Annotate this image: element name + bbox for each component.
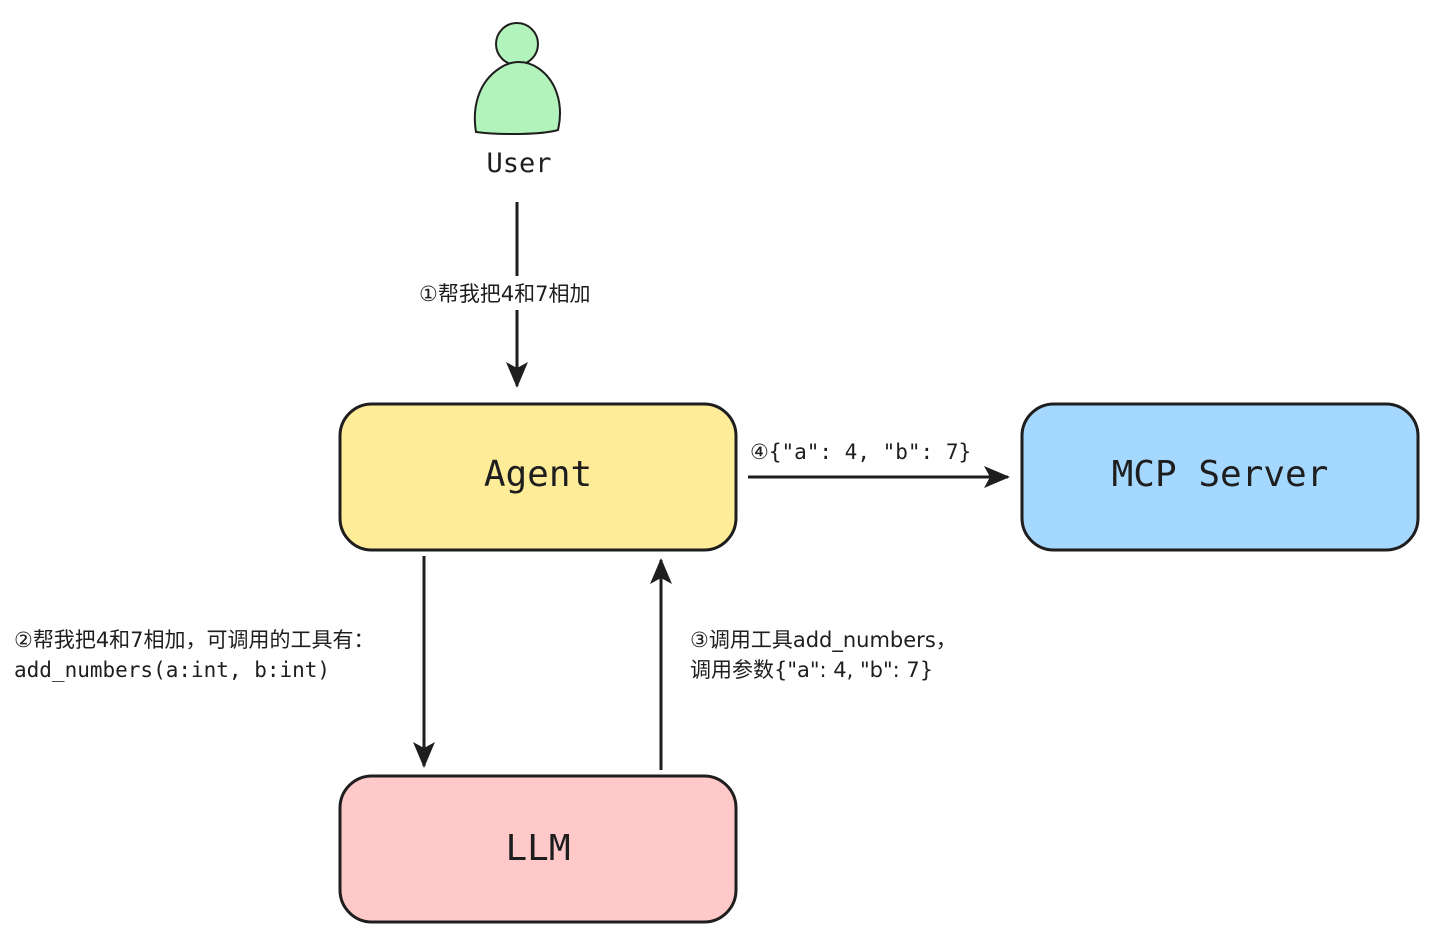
agent-label: Agent: [484, 454, 592, 495]
edge-label-step2-line2: add_numbers(a:int, b:int): [14, 658, 330, 682]
architecture-diagram: User ①帮我把4和7相加 Agent MCP Server ④{"a": 4…: [14, 22, 1420, 924]
llm-box[interactable]: LLM: [338, 774, 738, 924]
llm-label: LLM: [505, 828, 570, 869]
mcp-server-label: MCP Server: [1112, 454, 1329, 495]
edge-label-step4: ④{"a": 4, "b": 7}: [750, 440, 971, 464]
edge-label-step3-line1: ③调用工具add_numbers，: [690, 628, 957, 653]
edge-label-step2-line1: ②帮我把4和7相加，可调用的工具有：: [14, 628, 375, 652]
mcp-server-box[interactable]: MCP Server: [1020, 402, 1420, 552]
edge-label-step3-line2: 调用参数{"a": 4, "b": 7}: [690, 658, 933, 682]
edge-label-step1: ①帮我把4和7相加: [419, 282, 591, 306]
user-label: User: [486, 148, 551, 179]
user-icon: [473, 22, 561, 136]
agent-box[interactable]: Agent: [338, 402, 738, 552]
